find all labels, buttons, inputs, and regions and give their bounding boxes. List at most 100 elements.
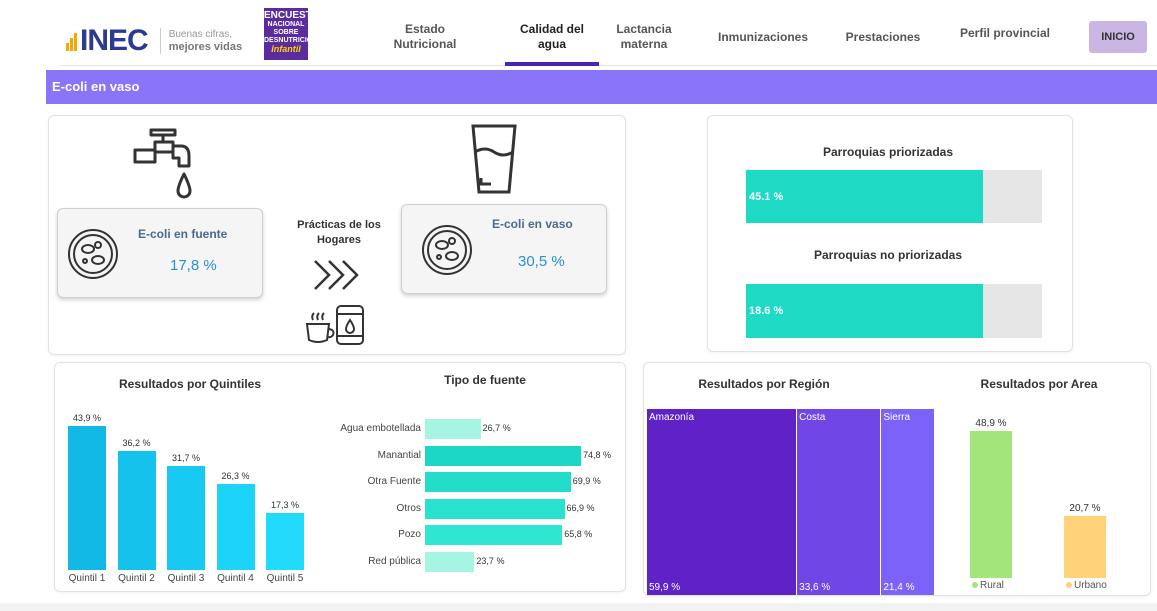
region-area-panel: Resultados por Región Resultados por Are… [643,362,1151,596]
faucet-icon [133,128,192,199]
fuente-category-label: Otros [396,502,421,514]
fuente-category-label: Pozo [398,529,421,540]
fuente-bar [425,472,571,492]
parroquias-no-priorizadas-bar: 18.6 % [746,284,983,338]
area-legend-item: Rural [972,580,1004,591]
ecoli-fuente-value: 17,8 % [170,257,217,274]
nav-calidad-del-agua[interactable]: Calidad del agua [505,8,599,66]
encuesta-line-4: Infantil [271,44,301,54]
logo-bars-icon [66,31,78,51]
ecoli-vaso-card: E-coli en vaso 30,5 % [401,204,607,294]
region-name-label: Costa [799,412,826,423]
parroquias-priorizadas-title: Parroquias priorizadas [822,145,954,159]
cup-and-barrel-icon [305,305,364,345]
footer-bar [0,603,1157,611]
tagline-line-2: mejores vidas [168,40,243,53]
nav-estado-nutricional[interactable]: Estado Nutricional [390,8,460,66]
bacteria-icon [422,225,472,275]
fuente-value-label: 66,9 % [566,502,595,513]
quintil-tick-label: Quintil 1 [68,573,106,584]
nav-label: Calidad del agua [519,22,584,51]
logo-text: INEC [80,24,149,57]
fuente-category-label: Red pública [368,555,421,567]
fuente-category-label: Otra Fuente [367,476,421,487]
quintil-tick-label: Quintil 2 [118,573,155,584]
inicio-button[interactable]: INICIO [1089,21,1147,53]
area-bar [1064,515,1106,578]
fuente-bar [425,551,475,572]
logo-divider [159,28,161,54]
tagline: Buenas cifras, mejores vidas [169,29,242,54]
fuente-value-label: 65,8 % [564,529,593,539]
fuente-category-label: Manantial [377,449,421,461]
ecoli-fuente-card: E-coli en fuente 17,8 % [57,208,263,298]
ecoli-vaso-title: E-coli en vaso [492,217,573,231]
nav-label: materna [620,37,668,51]
fuente-bar [425,525,563,545]
parroquias-priorizadas-value: 45.1 % [749,190,784,203]
region-value-label: 21,4 % [883,582,915,593]
fuente-bar [425,419,481,439]
quintil-value-label: 31,7 % [171,453,201,464]
quintiles-fuente-panel: Resultados por Quintiles 43,9 % Quintil 1… [54,362,626,592]
nav-label: Prestaciones [845,29,921,44]
chevrons-right-icon [314,260,359,290]
quintil-tick-label: Quintil 5 [266,573,304,584]
area-legend-item: Urbano [1066,580,1107,591]
legend-dot-icon [1066,582,1072,588]
quintil-tick-label: Quintil 4 [217,573,254,584]
area-bar [970,431,1012,578]
practicas-hogares-label: Prácticas de los Hogares [289,218,389,248]
region-treemap-cell: Costa 33,6 % [797,409,881,595]
region-treemap-cell: Sierra 21,4 % [881,409,934,595]
fuente-value-label: 26,7 % [482,423,511,433]
legend-label: Rural [980,580,1004,591]
region-name-label: Sierra [883,412,911,423]
practicas-line-1: Prácticas de los [297,219,381,231]
legend-dot-icon [972,582,978,588]
quintil-value-label: 43,9 % [72,413,102,423]
fuente-value-label: 74,8 % [583,449,612,460]
quintil-value-label: 36,2 % [122,438,151,449]
quintil-value-label: 17,3 % [270,500,300,511]
fuente-bar [425,498,565,519]
region-value-label: 33,6 % [799,582,831,593]
area-value-label: 20,7 % [1069,502,1101,514]
tagline-line-1: Buenas cifras, [168,28,233,40]
parroquias-priorizadas-bar: 45.1 % [746,170,983,223]
quintiles-chart-title: Resultados por Quintiles [118,377,262,391]
quintil-value-label: 26,3 % [221,470,250,481]
bacteria-icon [68,229,118,279]
quintil-bar [216,483,255,570]
nav-inmunizaciones[interactable]: Inmunizaciones [712,8,814,66]
nav-prestaciones[interactable]: Prestaciones [836,8,930,66]
fuente-value-label: 69,9 % [572,476,601,486]
tipo-fuente-chart-title: Tipo de fuente [444,373,526,387]
practicas-panel: E-coli en fuente 17,8 % Prácticas de los… [48,115,626,355]
quintil-bar [167,466,205,570]
encuesta-badge: ENCUESTA NACIONAL SOBRE DESNUTRICIÓN Inf… [264,8,318,60]
region-treemap-cell: Amazonía 59,9 % [647,409,797,595]
glass-icon [471,124,517,194]
nav-label: Inmunizaciones [717,29,809,44]
area-chart-title: Resultados por Area [980,377,1098,391]
region-name-label: Amazonía [649,412,695,423]
nav-lactancia-materna[interactable]: Lactancia materna [614,8,674,66]
nav-label: Nutricional [393,37,457,51]
fuente-category-label: Agua embotellada [340,423,421,434]
quintil-tick-label: Quintil 3 [167,573,205,584]
parroquias-panel: Parroquias priorizadas 45.1 % Parroquias… [707,115,1073,352]
ecoli-vaso-value: 30,5 % [518,253,565,270]
nav-label: Estado [404,22,445,36]
region-value-label: 59,9 % [649,582,681,593]
page-title: E-coli en vaso [46,70,1157,104]
legend-label: Urbano [1074,580,1107,591]
parroquias-no-priorizadas-title: Parroquias no priorizadas [813,248,963,262]
area-value-label: 48,9 % [975,418,1007,429]
quintil-bar [117,451,156,570]
nav-perfil-provincial[interactable]: Perfil provincial [950,4,1060,62]
inec-logo[interactable]: INEC Buenas cifras, mejores vidas [66,24,242,58]
encuesta-line-2: NACIONAL SOBRE [267,21,305,36]
ecoli-fuente-title: E-coli en fuente [138,227,228,241]
quintil-bar [68,426,106,570]
